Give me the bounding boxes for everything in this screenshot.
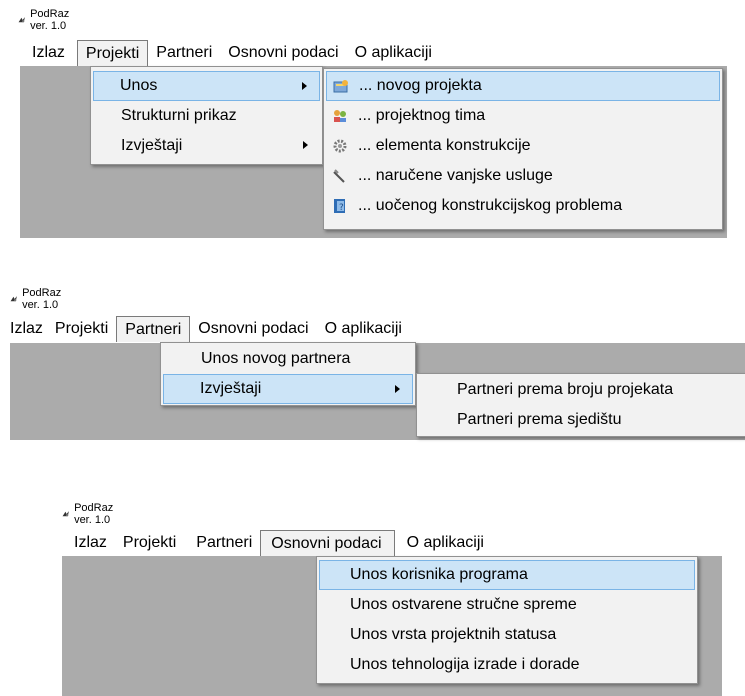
izvjestaj-item-label: Partneri prema sjedištu xyxy=(457,411,622,428)
help-book-icon: ? xyxy=(334,199,345,213)
partneri-item-unos-label: Unos novog partnera xyxy=(201,350,351,367)
unos-item-projektnog-tima[interactable]: ... projektnog tima xyxy=(326,101,720,131)
unos-item-label: ... elementa konstrukcije xyxy=(358,137,531,154)
projekti-item-izvjestaji[interactable]: Izvještaji xyxy=(93,131,320,161)
menu-o-aplikaciji[interactable]: O aplikaciji xyxy=(347,40,440,66)
osnovni-item-projektnih-statusa[interactable]: Unos vrsta projektnih statusa xyxy=(319,620,695,650)
title-bar: PodRaz ver. 1.0 xyxy=(62,502,119,526)
menu-projekti[interactable]: Projekti xyxy=(76,40,149,66)
osnovni-item-label: Unos korisnika programa xyxy=(350,566,528,583)
menu-izlaz[interactable]: Izlaz xyxy=(10,316,50,342)
osnovni-item-label: Unos tehnologija izrade i dorade xyxy=(350,656,580,673)
menubar: Izlaz Projekti Partneri Osnovni podaci O… xyxy=(20,40,727,66)
partneri-dropdown: Unos novog partnera Izvještaji xyxy=(160,342,416,406)
menu-projekti[interactable]: Projekti xyxy=(117,530,186,556)
menu-izlaz[interactable]: Izlaz xyxy=(62,530,117,556)
unos-item-label: ... naručene vanjske usluge xyxy=(358,167,553,184)
menu-partneri[interactable]: Partneri xyxy=(116,316,191,342)
new-project-icon xyxy=(333,80,348,93)
menu-izlaz[interactable]: Izlaz xyxy=(20,40,77,66)
app-title: PodRaz ver. 1.0 xyxy=(74,502,114,526)
menu-o-aplikaciji[interactable]: O aplikaciji xyxy=(395,530,492,556)
osnovni-item-tehnologija[interactable]: Unos tehnologija izrade i dorade xyxy=(319,650,695,680)
tools-icon xyxy=(333,169,345,183)
app-icon xyxy=(62,511,69,517)
menubar: Izlaz Projekti Partneri Osnovni podaci O… xyxy=(10,316,745,342)
team-icon xyxy=(334,110,346,122)
menu-projekti[interactable]: Projekti xyxy=(50,316,116,342)
submenu-arrow-icon xyxy=(302,82,307,90)
projekti-dropdown: Unos Strukturni prikaz Izvještaji xyxy=(90,66,323,165)
unos-item-konstrukcijskog-problema[interactable]: ? ... uočenog konstrukcijskog problema xyxy=(326,191,720,221)
unos-submenu: ... novog projekta ... projektnog tima .… xyxy=(323,68,723,230)
submenu-arrow-icon xyxy=(303,141,308,149)
partneri-izvjestaji-submenu: Partneri prema broju projekata Partneri … xyxy=(416,373,745,437)
izvjestaj-item-sjedistu[interactable]: Partneri prema sjedištu xyxy=(419,405,745,435)
app-title: PodRaz ver. 1.0 xyxy=(30,8,70,32)
menu-osnovni-podaci[interactable]: Osnovni podaci xyxy=(220,40,346,66)
partneri-item-unos-novog-partnera[interactable]: Unos novog partnera xyxy=(163,344,413,374)
unos-item-label: ... uočenog konstrukcijskog problema xyxy=(358,197,623,214)
title-bar: PodRaz ver. 1.0 xyxy=(18,8,75,32)
projekti-item-unos[interactable]: Unos xyxy=(93,71,320,101)
menu-osnovni-podaci[interactable]: Osnovni podaci xyxy=(260,530,395,556)
unos-item-label: ... projektnog tima xyxy=(358,107,486,124)
izvjestaj-item-label: Partneri prema broju projekata xyxy=(457,381,674,398)
title-bar: PodRaz ver. 1.0 xyxy=(10,287,67,311)
osnovni-item-strucne-spreme[interactable]: Unos ostvarene stručne spreme xyxy=(319,590,695,620)
gear-icon xyxy=(333,139,347,153)
menu-partneri[interactable]: Partneri xyxy=(186,530,260,556)
partneri-item-izvjestaji-label: Izvještaji xyxy=(200,380,262,397)
projekti-item-strukturni-prikaz[interactable]: Strukturni prikaz xyxy=(93,101,320,131)
projekti-item-strukturni-label: Strukturni prikaz xyxy=(121,107,237,124)
menu-partneri[interactable]: Partneri xyxy=(148,40,220,66)
osnovni-item-korisnika[interactable]: Unos korisnika programa xyxy=(319,560,695,590)
submenu-arrow-icon xyxy=(395,385,400,393)
izvjestaj-item-broju-projekata[interactable]: Partneri prema broju projekata xyxy=(419,375,745,405)
app-title: PodRaz ver. 1.0 xyxy=(22,287,62,311)
unos-item-elementa-konstrukcije[interactable]: ... elementa konstrukcije xyxy=(326,131,720,161)
svg-text:?: ? xyxy=(339,203,344,213)
partneri-item-izvjestaji[interactable]: Izvještaji xyxy=(163,374,413,404)
projekti-item-izvjestaji-label: Izvještaji xyxy=(121,137,183,154)
osnovni-item-label: Unos ostvarene stručne spreme xyxy=(350,596,577,613)
menu-o-aplikaciji[interactable]: O aplikaciji xyxy=(317,316,410,342)
app-icon xyxy=(18,17,25,23)
unos-item-novog-projekta[interactable]: ... novog projekta xyxy=(326,71,720,101)
projekti-item-unos-label: Unos xyxy=(120,77,158,94)
menu-osnovni-podaci[interactable]: Osnovni podaci xyxy=(190,316,316,342)
menubar: Izlaz Projekti Partneri Osnovni podaci O… xyxy=(62,530,722,556)
unos-item-vanjske-usluge[interactable]: ... naručene vanjske usluge xyxy=(326,161,720,191)
unos-item-label: ... novog projekta xyxy=(359,77,482,94)
osnovni-item-label: Unos vrsta projektnih statusa xyxy=(350,626,557,643)
app-icon xyxy=(10,296,17,302)
osnovni-podaci-dropdown: Unos korisnika programa Unos ostvarene s… xyxy=(316,556,698,684)
